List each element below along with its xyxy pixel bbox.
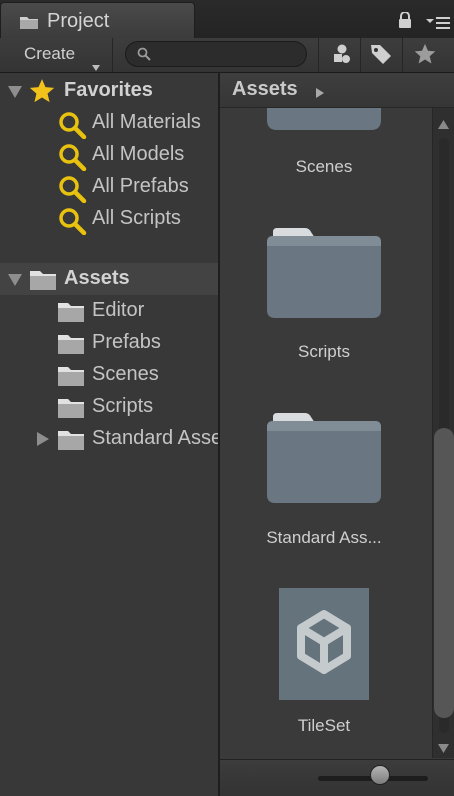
- favorite-item[interactable]: All Models: [0, 139, 218, 172]
- tree-item-assets[interactable]: Assets: [0, 263, 218, 295]
- folder-item[interactable]: Prefabs: [0, 327, 218, 359]
- breadcrumb-assets[interactable]: Assets: [232, 78, 298, 101]
- tree-label: All Prefabs: [92, 175, 189, 197]
- favorite-icon[interactable]: [414, 43, 436, 70]
- toolbar-separator: [360, 38, 361, 72]
- toolbar-separator: [318, 38, 319, 72]
- tree-label: Editor: [92, 299, 145, 321]
- tree-label: Assets: [64, 267, 130, 289]
- search-icon: [137, 47, 151, 66]
- toolbar-separator: [402, 38, 403, 72]
- bottom-bar: [220, 759, 454, 796]
- create-dropdown-button[interactable]: Create: [12, 40, 104, 71]
- folder-icon: [267, 413, 381, 503]
- asset-item[interactable]: Scenes: [220, 108, 432, 188]
- folder-icon: [57, 301, 85, 328]
- asset-item[interactable]: Scripts: [220, 228, 432, 378]
- search-field[interactable]: [125, 41, 307, 67]
- tree-label: Favorites: [64, 79, 153, 101]
- folder-icon: [57, 365, 85, 392]
- icon-size-slider-handle[interactable]: [370, 765, 390, 785]
- project-toolbar: Create: [0, 38, 454, 73]
- folder-icon: [267, 228, 381, 318]
- asset-label: Standard Ass...: [266, 528, 382, 547]
- chevron-right-icon[interactable]: [37, 432, 49, 451]
- toolbar-separator: [112, 38, 113, 72]
- tab-project[interactable]: Project: [0, 2, 195, 38]
- scroll-up-icon[interactable]: [438, 116, 449, 134]
- expand-arrow-icon[interactable]: [8, 85, 22, 103]
- favorite-item[interactable]: All Materials: [0, 107, 218, 140]
- folder-item[interactable]: Scenes: [0, 359, 218, 391]
- folder-icon: [267, 108, 381, 130]
- favorite-item[interactable]: All Scripts: [0, 203, 218, 236]
- scroll-down-icon[interactable]: [438, 740, 449, 758]
- asset-item[interactable]: TileSet: [220, 588, 432, 758]
- expand-arrow-icon[interactable]: [8, 273, 22, 291]
- tree-label: Scripts: [92, 395, 154, 417]
- folder-icon: [57, 397, 85, 424]
- asset-item[interactable]: Standard Ass...: [220, 413, 432, 563]
- project-tree: Favorites All Materials All Models All P…: [0, 73, 218, 796]
- unity-logo-icon: [279, 588, 369, 700]
- menu-icon[interactable]: [426, 15, 450, 34]
- folder-icon: [57, 333, 85, 360]
- asset-grid: Scenes Scripts Standard Ass... TileSet: [220, 108, 432, 758]
- search-input[interactable]: [156, 45, 300, 65]
- lock-icon[interactable]: [398, 11, 412, 33]
- magnifier-icon: [57, 207, 87, 240]
- chevron-right-icon: [316, 85, 324, 103]
- filter-by-type-icon[interactable]: [328, 43, 352, 70]
- asset-browser: Assets Scenes Scripts Standard Ass... Ti…: [220, 73, 454, 796]
- window-tabbar: Project: [0, 0, 454, 39]
- folder-item[interactable]: Editor: [0, 295, 218, 327]
- asset-label: Scripts: [298, 342, 350, 361]
- tree-label: All Materials: [92, 111, 201, 133]
- tree-item-favorites[interactable]: Favorites: [0, 75, 218, 107]
- tree-label: Standard Assets: [92, 427, 218, 449]
- star-icon: [29, 78, 55, 109]
- vertical-scrollbar[interactable]: [432, 108, 454, 758]
- folder-icon: [29, 269, 57, 296]
- tab-title: Project: [47, 10, 110, 32]
- tree-label: All Scripts: [92, 207, 181, 229]
- scroll-thumb[interactable]: [434, 428, 454, 718]
- breadcrumb: Assets: [220, 73, 454, 108]
- create-label: Create: [24, 44, 76, 63]
- folder-icon: [57, 429, 85, 456]
- tree-label: Prefabs: [92, 331, 161, 353]
- folder-icon: [19, 14, 39, 35]
- filter-by-label-icon[interactable]: [369, 43, 393, 70]
- favorite-item[interactable]: All Prefabs: [0, 171, 218, 204]
- tree-label: All Models: [92, 143, 185, 165]
- asset-label: Scenes: [295, 157, 353, 176]
- folder-item[interactable]: Standard Assets: [0, 423, 218, 455]
- asset-label: TileSet: [297, 716, 351, 735]
- folder-item[interactable]: Scripts: [0, 391, 218, 423]
- tree-label: Scenes: [92, 363, 159, 385]
